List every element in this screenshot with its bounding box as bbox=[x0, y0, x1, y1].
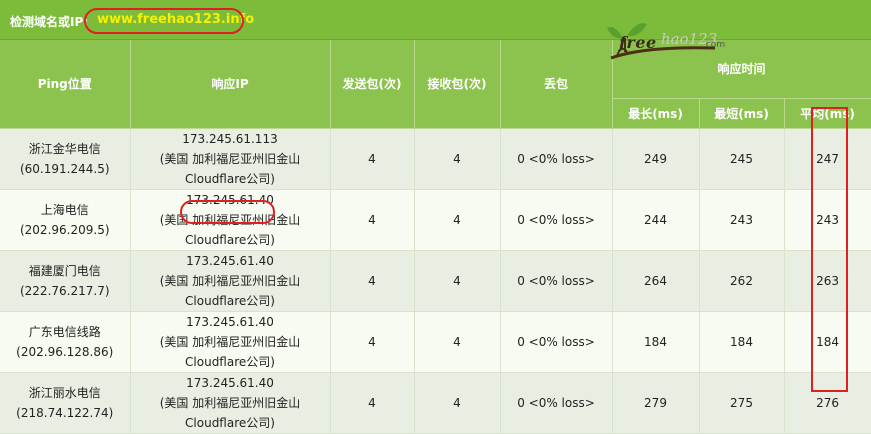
logo-word: free bbox=[619, 33, 657, 52]
max-ms: 264 bbox=[612, 250, 700, 312]
query-bar: 检测域名或IP: www.freehao123.info bbox=[0, 0, 871, 40]
query-label: 检测域名或IP: bbox=[10, 15, 89, 29]
response-ip: 173.245.61.113 bbox=[182, 131, 278, 146]
domain-highlight-circle bbox=[84, 8, 244, 34]
min-ms: 184 bbox=[699, 311, 785, 373]
sent-count: 4 bbox=[330, 128, 415, 190]
location-ip: (222.76.217.7) bbox=[19, 283, 110, 298]
ip-org: Cloudflare公司) bbox=[185, 293, 275, 308]
max-ms: 184 bbox=[612, 311, 700, 373]
received-count: 4 bbox=[414, 250, 501, 312]
table-row: 福建厦门电信 (222.76.217.7) 173.245.61.40 (美国 加利… bbox=[0, 250, 871, 312]
header-ping-location: Ping位置 bbox=[0, 40, 131, 129]
response-ip: 173.245.61.40 bbox=[186, 314, 274, 329]
packet-loss: 0 <0% loss> bbox=[500, 128, 613, 190]
ip-geo: (美国 加利福尼亚州旧金山 bbox=[159, 151, 301, 166]
cloudflare-highlight-circle bbox=[180, 200, 275, 224]
ip-org: Cloudflare公司) bbox=[185, 232, 275, 247]
logo-suffix: .com bbox=[703, 40, 726, 50]
packet-loss: 0 <0% loss> bbox=[500, 250, 613, 312]
location-name: 浙江金华电信 bbox=[28, 141, 101, 156]
sent-count: 4 bbox=[330, 189, 415, 251]
ping-results-table: Ping位置 响应IP 发送包(次) 接收包(次) 丢包 响应时间 最长(ms)… bbox=[0, 40, 871, 434]
table-row: 上海电信 (202.96.209.5) 173.245.61.40 (美国 加利福尼… bbox=[0, 189, 871, 251]
header-packet-loss: 丢包 bbox=[500, 40, 613, 129]
received-count: 4 bbox=[414, 128, 501, 190]
header-max: 最长(ms) bbox=[612, 98, 700, 129]
sent-count: 4 bbox=[330, 250, 415, 312]
table-row: 浙江金华电信 (60.191.244.5) 173.245.61.113 (美国 加… bbox=[0, 128, 871, 190]
sent-count: 4 bbox=[330, 311, 415, 373]
response-ip: 173.245.61.40 bbox=[186, 375, 274, 390]
ip-geo: (美国 加利福尼亚州旧金山 bbox=[159, 273, 301, 288]
min-ms: 243 bbox=[699, 189, 785, 251]
ip-org: Cloudflare公司) bbox=[185, 354, 275, 369]
packet-loss: 0 <0% loss> bbox=[500, 311, 613, 373]
location-name: 浙江丽水电信 bbox=[28, 385, 101, 400]
location-ip: (202.96.128.86) bbox=[16, 344, 114, 359]
table-row: 广东电信线路 (202.96.128.86) 173.245.61.40 (美国 加… bbox=[0, 311, 871, 373]
min-ms: 262 bbox=[699, 250, 785, 312]
header-min: 最短(ms) bbox=[699, 98, 785, 129]
location-ip: (218.74.122.74) bbox=[16, 405, 114, 420]
location-ip: (202.96.209.5) bbox=[19, 222, 110, 237]
packet-loss: 0 <0% loss> bbox=[500, 189, 613, 251]
avg-column-highlight-box bbox=[811, 107, 848, 392]
received-count: 4 bbox=[414, 189, 501, 251]
min-ms: 245 bbox=[699, 128, 785, 190]
header-received: 接收包(次) bbox=[414, 40, 501, 129]
freehao123-logo: free hao123 .com bbox=[605, 18, 725, 66]
ip-org: Cloudflare公司) bbox=[185, 415, 275, 430]
max-ms: 244 bbox=[612, 189, 700, 251]
header-response-ip: 响应IP bbox=[130, 40, 331, 129]
location-name: 福建厦门电信 bbox=[28, 263, 101, 278]
max-ms: 249 bbox=[612, 128, 700, 190]
header-sent: 发送包(次) bbox=[330, 40, 415, 129]
ip-geo: (美国 加利福尼亚州旧金山 bbox=[159, 334, 301, 349]
ip-org: Cloudflare公司) bbox=[185, 171, 275, 186]
location-ip: (60.191.244.5) bbox=[19, 161, 110, 176]
location-name: 上海电信 bbox=[40, 202, 89, 217]
received-count: 4 bbox=[414, 311, 501, 373]
location-name: 广东电信线路 bbox=[28, 324, 101, 339]
response-ip: 173.245.61.40 bbox=[186, 253, 274, 268]
